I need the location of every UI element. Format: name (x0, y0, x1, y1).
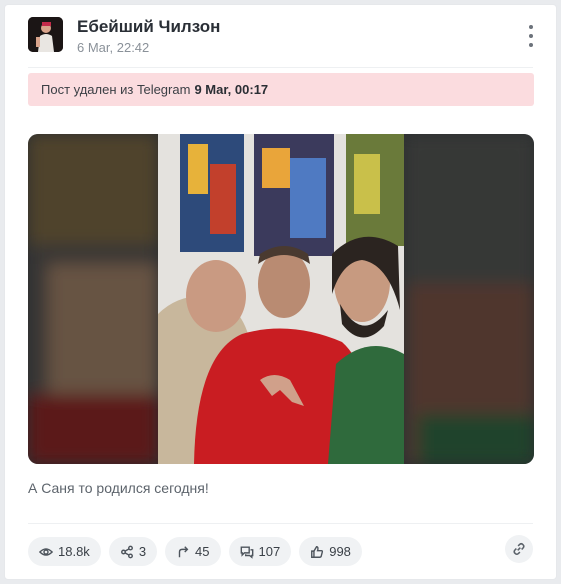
views-count: 18.8k (58, 544, 90, 559)
deleted-notice: Пост удален из Telegram 9 Mar, 00:17 (28, 73, 534, 106)
eye-icon (39, 547, 53, 556)
forwards-count: 45 (195, 544, 210, 559)
notice-time: 9 Mar, 00:17 (194, 82, 269, 97)
post-timestamp: 6 Mar, 22:42 (77, 40, 150, 55)
shares-button[interactable]: 3 (108, 537, 158, 566)
author-name[interactable]: Ебейший Чилзон (77, 17, 220, 37)
post-caption: А Саня то родился сегодня! (28, 480, 209, 496)
forwards-button[interactable]: 45 (165, 537, 221, 566)
share-icon (120, 545, 133, 558)
more-icon[interactable] (524, 25, 538, 47)
copy-link-button[interactable] (505, 535, 533, 563)
notice-text: Пост удален из Telegram (41, 82, 191, 97)
views-button[interactable]: 18.8k (28, 537, 101, 566)
post-card: Ебейший Чилзон 6 Mar, 22:42 Пост удален … (4, 4, 557, 580)
divider (28, 67, 533, 68)
link-icon (513, 542, 525, 556)
comments-count: 107 (258, 544, 281, 559)
post-stats: 18.8k 3 45 107 998 (28, 537, 362, 566)
likes-count: 998 (329, 544, 351, 559)
shares-count: 3 (138, 544, 147, 559)
likes-button[interactable]: 998 (299, 537, 362, 566)
comment-icon (240, 545, 253, 559)
like-icon (311, 545, 324, 558)
divider (28, 523, 533, 524)
post-photo[interactable] (28, 134, 534, 464)
avatar[interactable] (28, 17, 63, 52)
comments-button[interactable]: 107 (228, 537, 292, 566)
forward-icon (178, 545, 189, 557)
